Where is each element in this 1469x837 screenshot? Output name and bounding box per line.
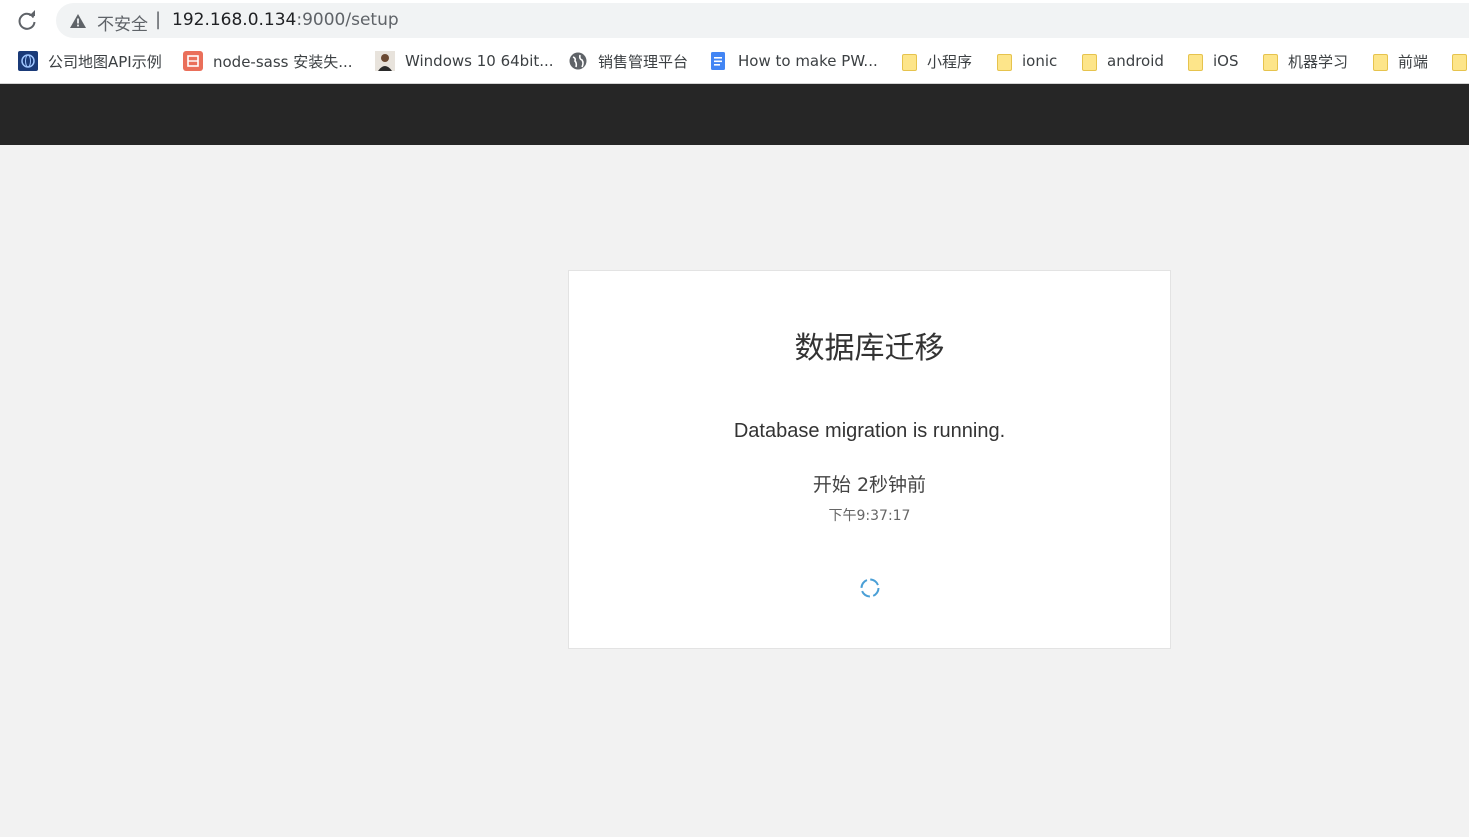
bookmark-item[interactable]: node-sass 安装失... bbox=[183, 46, 353, 76]
bookmark-item[interactable]: Windows 10 64bit... bbox=[375, 46, 554, 76]
migration-card: 数据库迁移 Database migration is running. 开始 … bbox=[568, 270, 1171, 649]
bookmarks-bar: 公司地图API示例 node-sass 安装失... Windows 10 64… bbox=[0, 46, 1469, 80]
bookmark-label: iOS bbox=[1213, 52, 1239, 70]
bookmark-label: 前端 bbox=[1398, 52, 1429, 71]
url-host: 192.168.0.134 bbox=[172, 10, 297, 30]
loading-spinner-icon bbox=[860, 578, 880, 598]
migration-status: Database migration is running. bbox=[733, 420, 1006, 442]
bookmark-item[interactable]: How to make PW... bbox=[708, 46, 878, 76]
bookmark-folder[interactable]: 机器学习 bbox=[1263, 46, 1348, 76]
folder-icon bbox=[1452, 53, 1467, 71]
bookmark-label: ionic bbox=[1022, 52, 1058, 70]
folder-icon bbox=[1082, 53, 1097, 71]
globe-icon bbox=[569, 52, 587, 70]
page-title: 数据库迁移 bbox=[794, 331, 945, 366]
avatar-icon bbox=[375, 51, 395, 71]
url-text[interactable]: 192.168.0.134:9000/setup bbox=[172, 10, 399, 30]
document-icon bbox=[711, 52, 725, 70]
bookmark-label: How to make PW... bbox=[738, 52, 878, 70]
globe-dark-icon bbox=[18, 51, 38, 71]
folder-icon bbox=[997, 53, 1012, 71]
bookmark-label: 小程序 bbox=[927, 52, 973, 71]
bookmark-item[interactable]: 公司地图API示例 bbox=[18, 46, 162, 76]
bookmark-folder[interactable]: ionic bbox=[997, 46, 1057, 76]
bookmark-folder[interactable]: android bbox=[1082, 46, 1164, 76]
bookmark-folder[interactable]: 前端 bbox=[1373, 46, 1428, 76]
app-header bbox=[0, 84, 1469, 145]
bookmark-label: Windows 10 64bit... bbox=[405, 52, 554, 70]
url-path: :9000/setup bbox=[296, 10, 399, 30]
jianshu-icon bbox=[183, 51, 203, 71]
bookmark-label: 机器学习 bbox=[1288, 52, 1349, 71]
url-separator: | bbox=[155, 9, 162, 30]
folder-icon bbox=[1188, 53, 1203, 71]
folder-icon bbox=[1373, 53, 1388, 71]
reload-icon[interactable] bbox=[14, 8, 40, 34]
bookmark-folder-overflow[interactable] bbox=[1452, 46, 1469, 76]
start-time: 下午9:37:17 bbox=[828, 508, 911, 524]
bookmark-label: android bbox=[1107, 52, 1164, 70]
address-bar[interactable]: 不安全 | 192.168.0.134:9000/setup bbox=[56, 3, 1469, 38]
folder-icon bbox=[902, 53, 917, 71]
bookmark-label: 公司地图API示例 bbox=[48, 52, 162, 71]
bookmark-folder[interactable]: iOS bbox=[1188, 46, 1239, 76]
bookmark-folder[interactable]: 小程序 bbox=[902, 46, 972, 76]
started-ago: 开始 2秒钟前 bbox=[812, 474, 927, 496]
folder-icon bbox=[1263, 53, 1278, 71]
bookmark-label: node-sass 安装失... bbox=[213, 52, 353, 71]
warning-icon[interactable] bbox=[69, 12, 87, 30]
browser-chrome: 不安全 | 192.168.0.134:9000/setup 公司地图API示例… bbox=[0, 0, 1469, 84]
bookmark-label: 销售管理平台 bbox=[598, 52, 689, 71]
security-label[interactable]: 不安全 bbox=[97, 10, 148, 35]
bookmark-item[interactable]: 销售管理平台 bbox=[568, 46, 688, 76]
